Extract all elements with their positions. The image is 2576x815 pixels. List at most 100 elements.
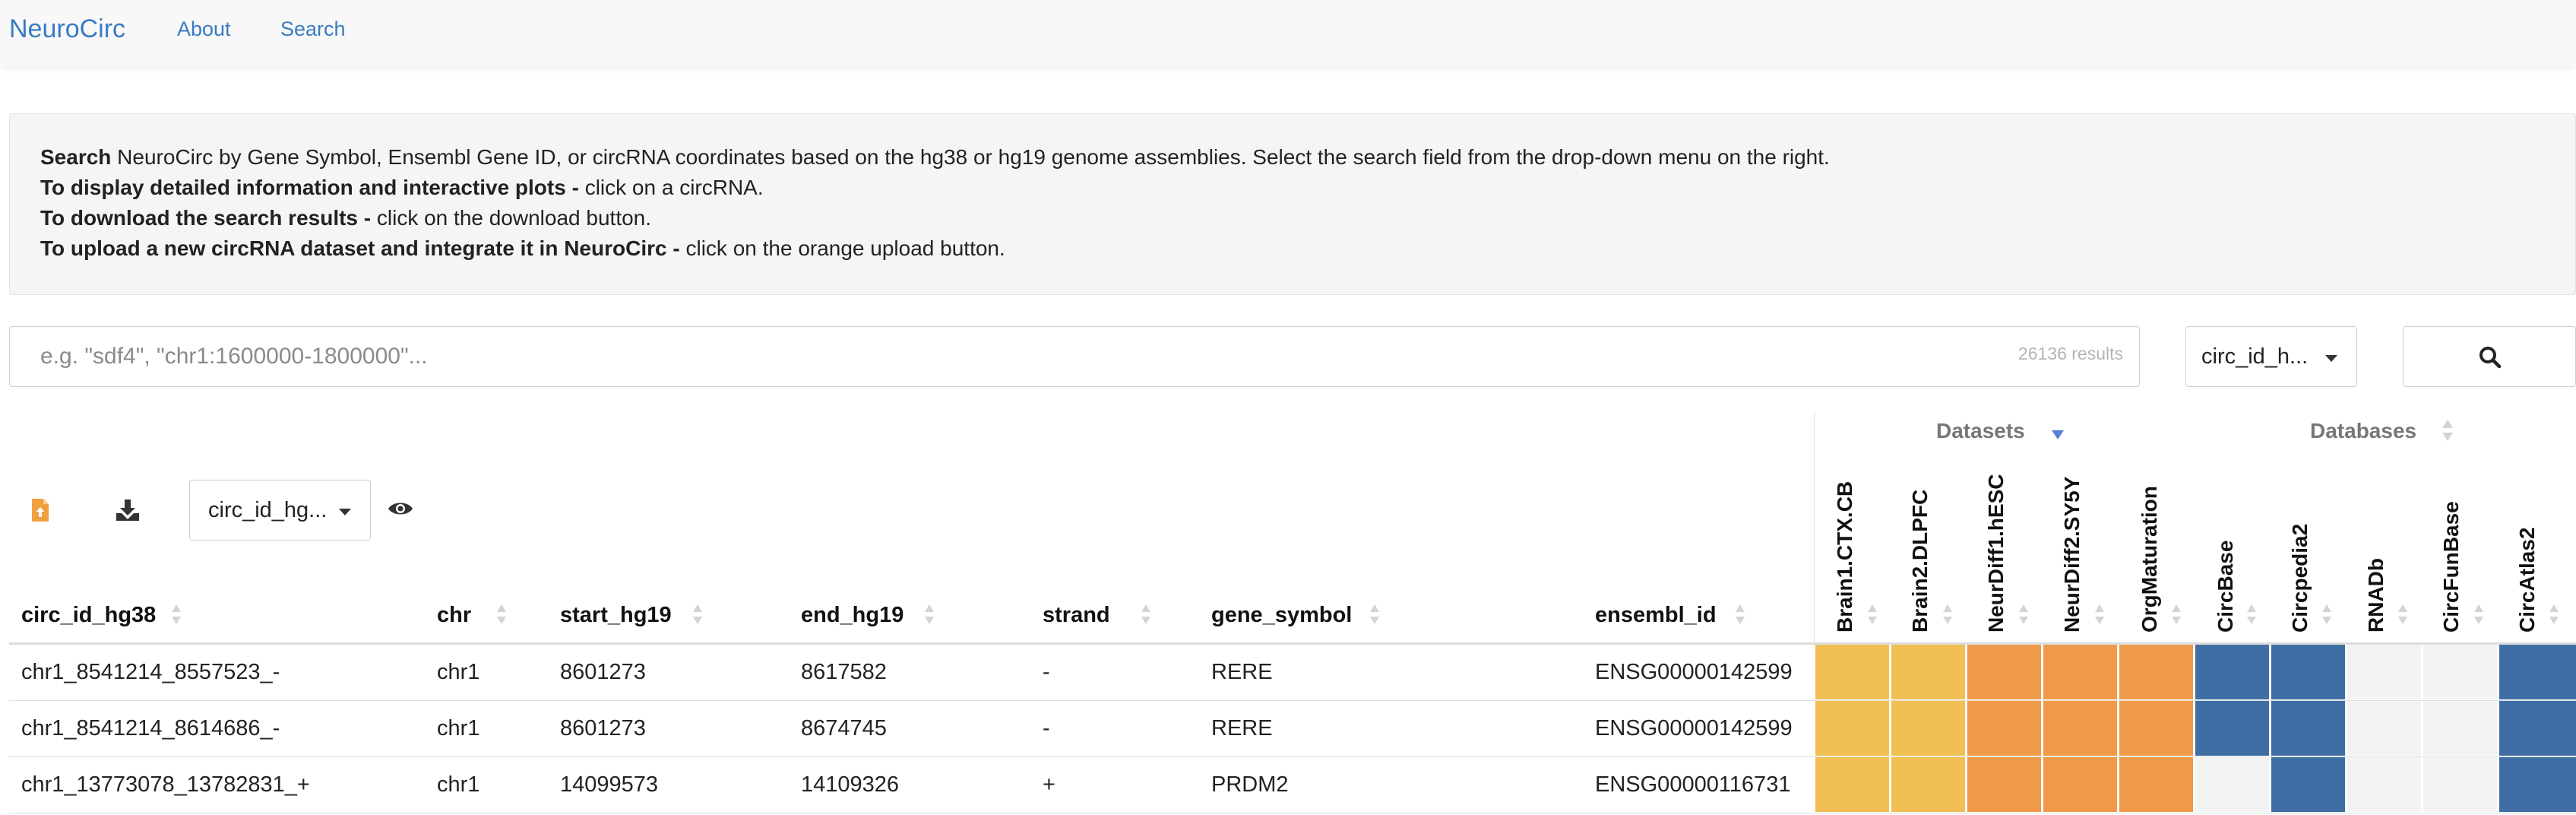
sort-icon[interactable] [2442,419,2454,442]
sort-icon[interactable] [2246,604,2257,625]
col-header-circfunbase[interactable]: CircFunBase [2439,501,2464,633]
eye-icon [388,503,413,515]
heat-cell [1891,757,1965,812]
col-header-neurdiff2[interactable]: NeurDiff2.SY5Y [2060,477,2084,633]
heat-cell [1967,701,2041,756]
table-row[interactable]: chr1_13773078_13782831_+ chr1 14099573 1… [9,757,2576,813]
col-header-orgmaturation[interactable]: OrgMaturation [2138,486,2162,633]
sort-icon[interactable] [2171,604,2182,625]
search-field-select[interactable]: circ_id_h... [2185,326,2357,387]
nav-link-about[interactable]: About [177,17,231,41]
heat-cell [2271,645,2345,699]
col-header-circatlas2[interactable]: CircAtlas2 [2515,527,2540,633]
column-select[interactable]: circ_id_hg... [189,480,371,541]
cell-strand: - [1043,660,1050,684]
group-divider [1814,411,1815,646]
col-header-rnadb[interactable]: RNADb [2364,558,2388,633]
nav-link-search[interactable]: Search [280,17,346,41]
heat-cell [2043,757,2117,812]
col-header-end[interactable]: end_hg19 [801,603,903,628]
cell-strand: - [1043,716,1050,740]
heat-cell [2423,701,2497,756]
chevron-down-icon [2325,355,2337,362]
heat-cell [2195,645,2269,699]
cell-start: 14099573 [560,772,659,797]
cell-ensembl-id: ENSG00000142599 [1595,716,1793,740]
sort-desc-active-icon[interactable] [2051,430,2065,440]
cell-ensembl-id: ENSG00000142599 [1595,660,1793,684]
cell-gene-symbol: RERE [1211,660,1273,684]
sort-icon[interactable] [496,604,507,625]
sort-icon[interactable] [924,604,935,625]
col-header-strand[interactable]: strand [1043,603,1110,628]
heat-cell [2423,645,2497,699]
cell-gene-symbol: RERE [1211,716,1273,740]
column-select-value: circ_id_hg... [208,497,328,522]
heat-cell [1891,645,1965,699]
heat-cell [2119,757,2193,812]
search-button[interactable] [2403,326,2576,387]
sort-icon[interactable] [1942,604,1953,625]
group-header-datasets[interactable]: Datasets [1936,419,2025,443]
sort-icon[interactable] [1735,604,1745,625]
cell-chr: chr1 [437,772,480,797]
cell-start: 8601273 [560,660,646,684]
heat-cell [2043,701,2117,756]
col-header-brain1[interactable]: Brain1.CTX.CB [1833,481,1857,633]
toggle-columns-button[interactable] [388,499,413,518]
sort-icon[interactable] [1867,604,1878,625]
col-header-neurdiff1[interactable]: NeurDiff1.hESC [1984,474,2008,633]
sort-icon[interactable] [171,604,182,625]
sort-icon[interactable] [1369,604,1380,625]
col-header-start[interactable]: start_hg19 [560,603,672,628]
group-header-databases[interactable]: Databases [2310,419,2416,443]
cell-chr: chr1 [437,660,480,684]
search-input[interactable] [9,326,2140,387]
instruction-download: To download the search results - click o… [40,206,652,230]
cell-chr: chr1 [437,716,480,740]
instruction-search: Search NeuroCirc by Gene Symbol, Ensembl… [40,145,1830,169]
sort-icon[interactable] [2473,604,2484,625]
results-count: 26136 results [2017,344,2123,363]
col-header-circbase[interactable]: CircBase [2214,541,2238,633]
table-row[interactable]: chr1_8541214_8557523_- chr1 8601273 8617… [9,645,2576,701]
sort-icon[interactable] [2549,604,2559,625]
cell-end: 8674745 [801,716,887,740]
heat-cell [2195,701,2269,756]
sort-icon[interactable] [2094,604,2105,625]
download-button[interactable] [116,499,140,522]
col-header-ensembl-id[interactable]: ensembl_id [1595,603,1717,628]
heat-cell [1815,757,1889,812]
col-header-gene-symbol[interactable]: gene_symbol [1211,603,1352,628]
cell-circ-id[interactable]: chr1_8541214_8614686_- [21,701,280,756]
instruction-display: To display detailed information and inte… [40,176,764,199]
sort-icon[interactable] [2397,604,2408,625]
col-header-circpedia2[interactable]: Circpedia2 [2288,524,2312,633]
col-header-chr[interactable]: chr [437,603,471,628]
heat-cell [2271,757,2345,812]
upload-file-icon [32,499,49,522]
heat-cell [1891,701,1965,756]
heat-cell [2271,701,2345,756]
search-field-value: circ_id_h... [2201,344,2309,369]
cell-start: 8601273 [560,716,646,740]
upload-button[interactable] [30,498,50,522]
heat-cell [2195,757,2269,812]
cell-end: 8617582 [801,660,887,684]
cell-circ-id[interactable]: chr1_13773078_13782831_+ [21,757,310,813]
sort-icon[interactable] [692,604,703,625]
heat-cell [1967,645,2041,699]
sort-icon[interactable] [2321,604,2332,625]
brand-logo[interactable]: NeuroCirc [9,14,125,44]
cell-ensembl-id: ENSG00000116731 [1595,772,1791,797]
cell-end: 14109326 [801,772,900,797]
heat-cell [2423,757,2497,812]
col-header-circ-id[interactable]: circ_id_hg38 [21,603,156,628]
table-row[interactable]: chr1_8541214_8614686_- chr1 8601273 8674… [9,701,2576,757]
sort-icon[interactable] [2018,604,2029,625]
chevron-down-icon [339,509,351,515]
col-header-brain2[interactable]: Brain2.DLPFC [1908,490,1932,633]
cell-circ-id[interactable]: chr1_8541214_8557523_- [21,645,280,700]
download-icon [116,499,139,521]
sort-icon[interactable] [1141,604,1151,625]
